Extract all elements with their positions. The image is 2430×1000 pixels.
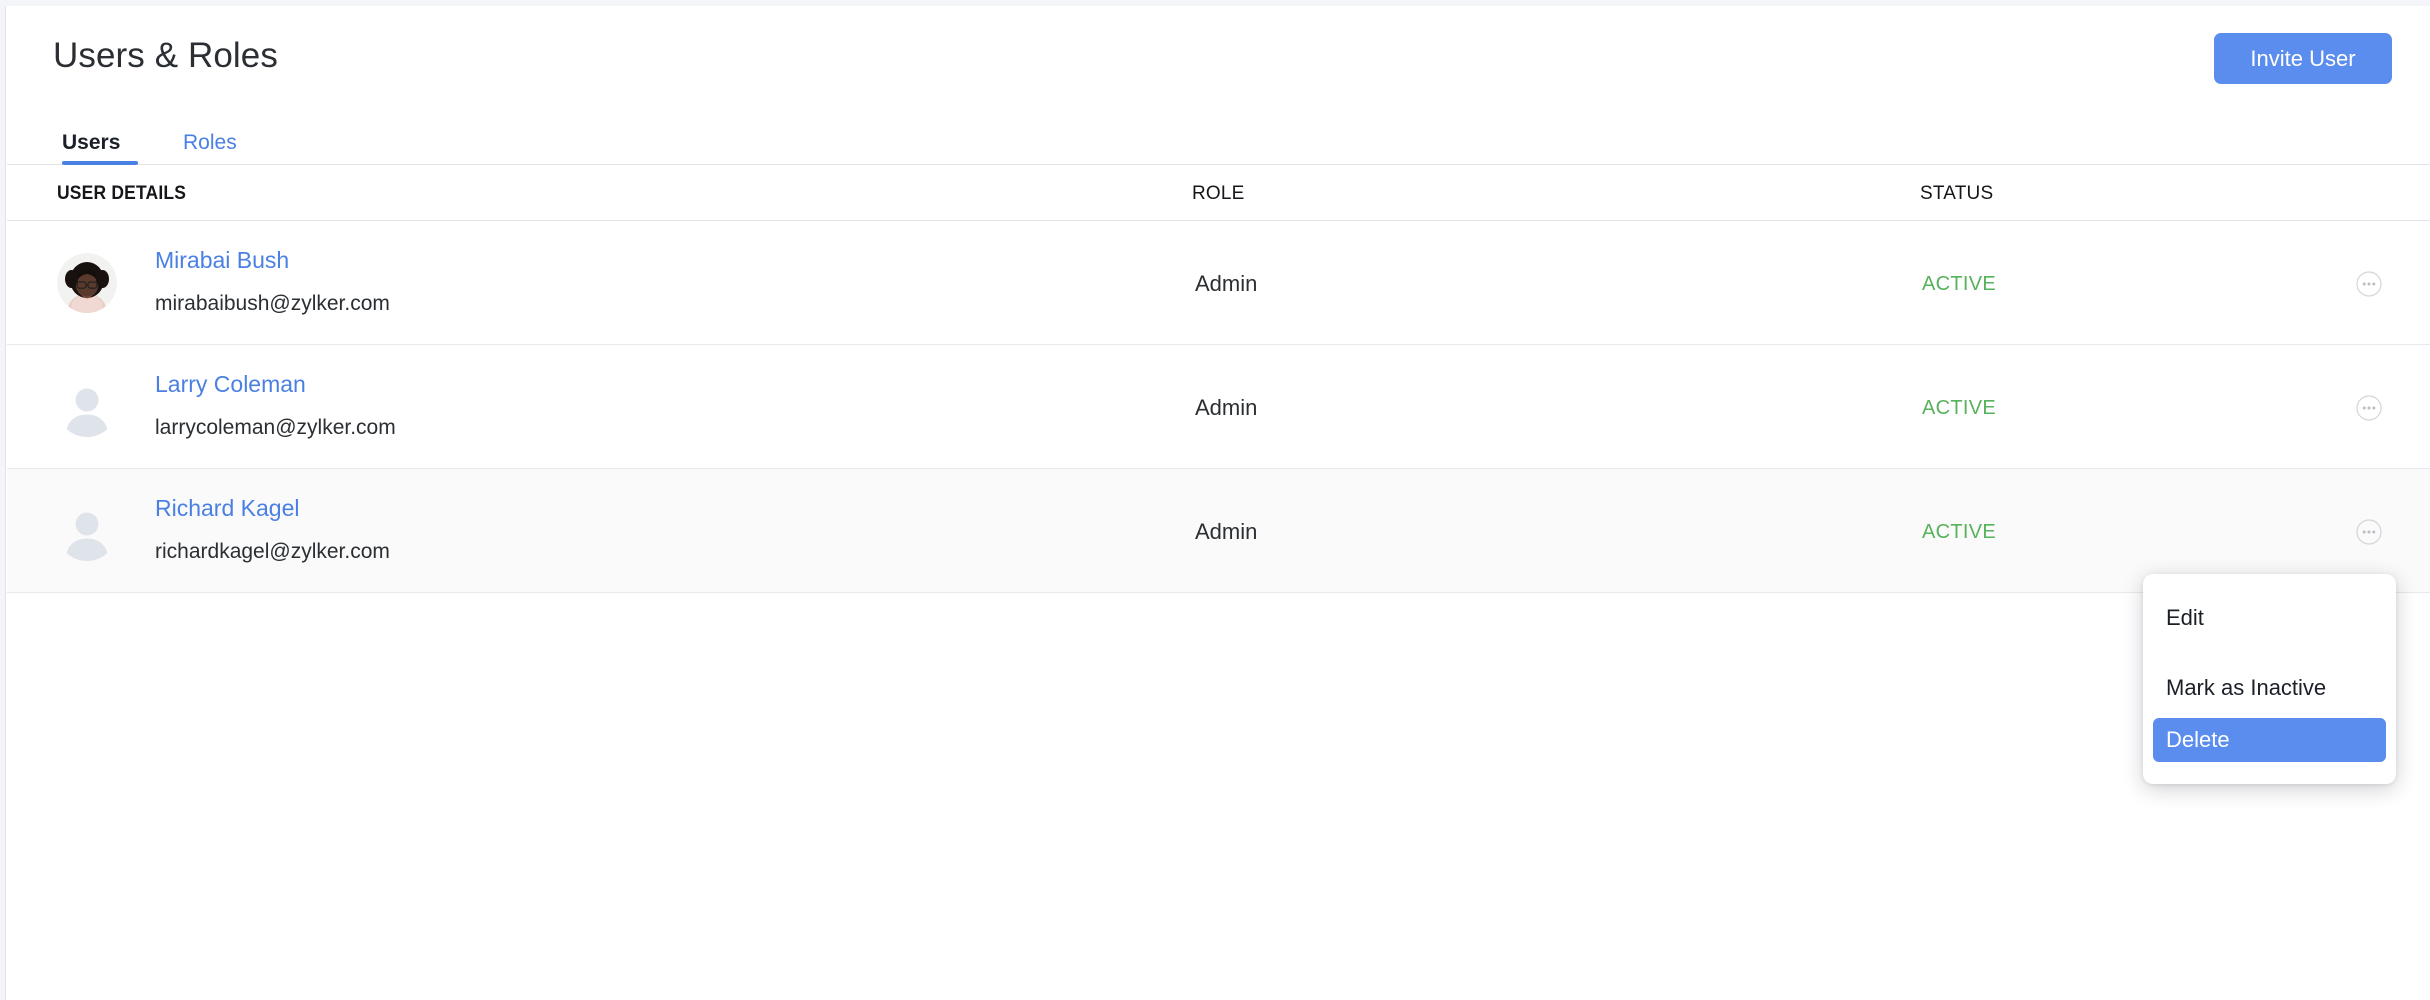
more-horizontal-icon[interactable] (2356, 271, 2382, 297)
column-header-status: STATUS (1920, 183, 1993, 205)
menu-item-delete[interactable]: Delete (2153, 718, 2386, 762)
menu-item-mark-as-inactive[interactable]: Mark as Inactive (2153, 666, 2386, 710)
more-horizontal-icon[interactable] (2356, 519, 2382, 545)
user-name-link[interactable]: Richard Kagel (155, 495, 299, 522)
table-row[interactable]: Larry Coleman larrycoleman@zylker.com Ad… (7, 345, 2430, 469)
tab-roles[interactable]: Roles (183, 120, 237, 165)
status-badge: ACTIVE (1922, 273, 1996, 296)
user-name-link[interactable]: Mirabai Bush (155, 247, 289, 274)
status-badge: ACTIVE (1922, 521, 1996, 544)
table-header-row: USER DETAILS ROLE STATUS (7, 165, 2430, 221)
window-left-rail (0, 6, 6, 1000)
content-pane: Users & Roles Invite User Users Roles US… (7, 6, 2430, 1000)
page-header: Users & Roles Invite User (7, 6, 2430, 110)
page-root: Users & Roles Invite User Users Roles US… (0, 0, 2430, 1000)
row-action-menu: Edit Mark as Inactive Delete (2143, 574, 2396, 784)
avatar (57, 253, 117, 313)
user-email: mirabaibush@zylker.com (155, 292, 390, 316)
avatar (57, 501, 117, 561)
table-row[interactable]: Richard Kagel richardkagel@zylker.com Ad… (7, 469, 2430, 593)
user-email: richardkagel@zylker.com (155, 540, 390, 564)
more-horizontal-icon[interactable] (2356, 395, 2382, 421)
tab-bar: Users Roles (7, 110, 2430, 165)
column-header-role: ROLE (1192, 183, 1245, 205)
table-row[interactable]: Mirabai Bush mirabaibush@zylker.com Admi… (7, 221, 2430, 345)
user-email: larrycoleman@zylker.com (155, 416, 396, 440)
tab-users[interactable]: Users (62, 120, 120, 165)
user-name-link[interactable]: Larry Coleman (155, 371, 306, 398)
table-body: Mirabai Bush mirabaibush@zylker.com Admi… (7, 221, 2430, 593)
page-title: Users & Roles (53, 36, 278, 76)
invite-user-button[interactable]: Invite User (2214, 33, 2392, 84)
user-role: Admin (1195, 519, 1257, 545)
column-header-user-details: USER DETAILS (57, 183, 186, 205)
avatar (57, 377, 117, 437)
user-role: Admin (1195, 395, 1257, 421)
status-badge: ACTIVE (1922, 397, 1996, 420)
user-role: Admin (1195, 271, 1257, 297)
menu-item-edit[interactable]: Edit (2153, 596, 2386, 640)
